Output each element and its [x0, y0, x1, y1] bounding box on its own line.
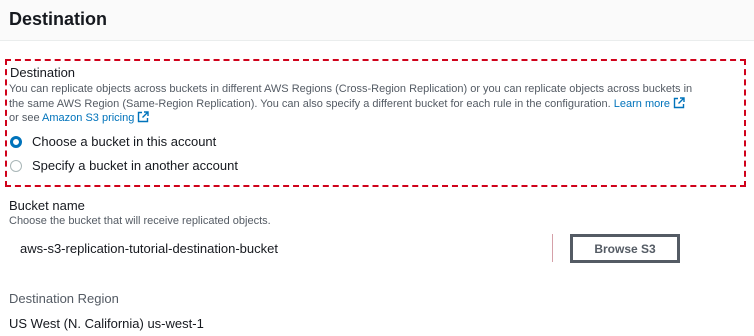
external-link-icon[interactable]: [673, 96, 685, 109]
destination-region-value: US West (N. California) us-west-1: [9, 316, 204, 331]
external-link-icon[interactable]: [137, 111, 150, 123]
bucket-name-hint: Choose the bucket that will receive repl…: [9, 215, 271, 227]
s3-pricing-link[interactable]: Amazon S3 pricing: [42, 112, 134, 124]
destination-label: Destination: [10, 65, 76, 80]
description-line2: the same AWS Region (Same-Region Replica…: [9, 97, 611, 110]
destination-region-label: Destination Region: [9, 291, 119, 306]
description-line1: You can replicate objects across buckets…: [9, 83, 693, 95]
radio-option-label: Specify a bucket in another account: [32, 158, 238, 173]
radio-option-label: Choose a bucket in this account: [32, 134, 217, 149]
destination-description: You can replicate objects across buckets…: [9, 82, 739, 126]
learn-more-link[interactable]: Learn more: [614, 98, 670, 110]
radio-unselected-icon[interactable]: [10, 159, 22, 172]
bucket-name-input[interactable]: [9, 234, 553, 262]
radio-option-another-account[interactable]: Specify a bucket in another account: [10, 158, 238, 173]
browse-s3-button[interactable]: Browse S3: [570, 234, 680, 263]
section-header: Destination: [0, 0, 754, 41]
radio-option-this-account[interactable]: Choose a bucket in this account: [10, 134, 216, 149]
radio-selected-icon[interactable]: [10, 135, 22, 148]
section-title: Destination: [9, 9, 108, 29]
bucket-name-label: Bucket name: [9, 198, 85, 213]
or-see-text: or see: [9, 112, 40, 124]
